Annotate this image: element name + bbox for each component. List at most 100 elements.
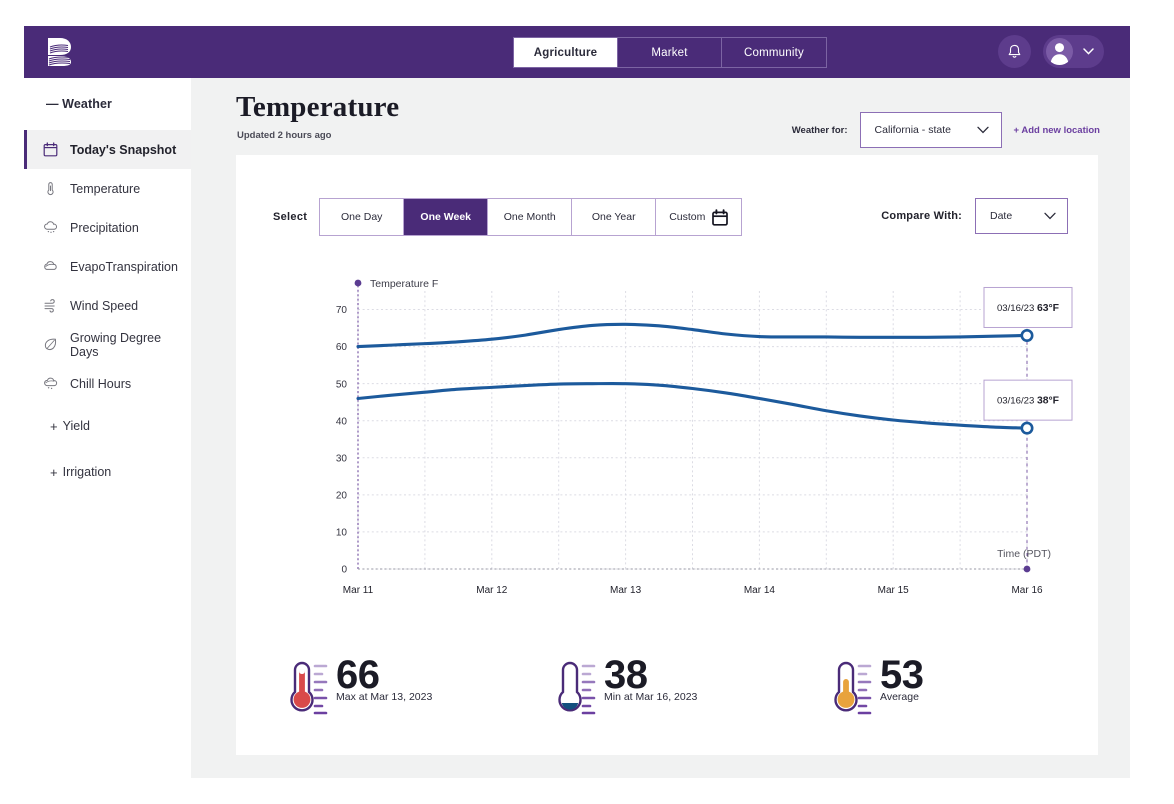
range-one-year-label: One Year: [591, 211, 636, 223]
svg-text:Mar 15: Mar 15: [878, 585, 910, 596]
header-actions: [998, 35, 1104, 68]
calendar-icon: [42, 141, 59, 158]
temperature-chart-svg: 0 10 20 30 40 50 60 70 Mar 11 Mar 12 Mar 13 Mar 14…: [336, 278, 1073, 596]
chart-x-axis-label: Time (PDT): [997, 548, 1051, 560]
leaf-icon: [42, 336, 59, 353]
sidebar-item-precipitation[interactable]: Precipitation: [24, 208, 191, 247]
location-select[interactable]: California - state: [859, 112, 1002, 148]
rain-cloud-icon: [42, 219, 59, 236]
app-root: Agriculture Market Community — Weather T…: [0, 0, 1174, 804]
svg-text:Mar 13: Mar 13: [610, 585, 642, 596]
range-one-week[interactable]: One Week: [404, 199, 489, 235]
cloud-icon: [42, 258, 59, 275]
main-content: Temperature Updated 2 hours ago Weather …: [191, 78, 1130, 778]
sidebar-item-chill-hours-label: Chill Hours: [70, 376, 132, 391]
svg-text:20: 20: [336, 490, 348, 501]
notifications-button[interactable]: [998, 35, 1031, 68]
tab-agriculture[interactable]: Agriculture: [514, 38, 618, 67]
stat-min-value: 38: [604, 653, 648, 697]
svg-text:10: 10: [336, 528, 348, 539]
sidebar-item-temperature-label: Temperature: [70, 181, 141, 196]
stat-max-value: 66: [336, 653, 380, 697]
sidebar-group-yield[interactable]: + Yield: [24, 403, 191, 449]
sidebar-item-growing-degree-days-label: Growing Degree Days: [70, 330, 162, 359]
range-selector: Select One Day One Week One Month One Ye…: [273, 198, 743, 236]
svg-text:70: 70: [336, 305, 348, 316]
tab-community[interactable]: Community: [722, 38, 826, 67]
snow-cloud-icon: [42, 375, 59, 392]
thermometer-icon: [42, 180, 59, 197]
svg-text:50: 50: [336, 379, 348, 390]
app-header: Agriculture Market Community: [24, 26, 1130, 78]
compare-select[interactable]: Date: [975, 198, 1068, 234]
svg-text:0: 0: [341, 565, 347, 576]
sidebar-item-chill-hours[interactable]: Chill Hours: [24, 364, 191, 403]
range-segmented-control[interactable]: One Day One Week One Month One Year Cust…: [319, 198, 743, 236]
user-menu-button[interactable]: [1043, 35, 1104, 68]
svg-text:Mar 16: Mar 16: [1011, 585, 1043, 596]
avatar: [1046, 38, 1073, 65]
sidebar-group-irrigation[interactable]: + Irrigation: [24, 449, 191, 495]
sidebar-item-evapotranspiration-label: EvapoTranspiration: [70, 259, 178, 274]
svg-text:Mar 11: Mar 11: [343, 585, 374, 596]
range-custom[interactable]: Custom: [656, 199, 742, 235]
svg-text:30: 30: [336, 453, 348, 464]
tab-agriculture-label: Agriculture: [533, 46, 598, 59]
tab-market[interactable]: Market: [618, 38, 722, 67]
sidebar-group-yield-label: Yield: [62, 419, 90, 433]
chart-vertical-gridlines: [357, 291, 1028, 569]
sidebar-item-precipitation-label: Precipitation: [70, 220, 139, 235]
stat-max: 66 Max at Mar 13, 2023: [286, 655, 432, 717]
plus-icon: +: [50, 464, 58, 480]
page-title: Temperature: [236, 91, 400, 123]
sidebar-item-wind-speed-label: Wind Speed: [70, 298, 139, 313]
chevron-down-icon: [976, 126, 989, 134]
y-axis-endpoint-dot: [354, 279, 362, 287]
sidebar-item-temperature[interactable]: Temperature: [24, 169, 191, 208]
svg-text:03/16/23 38°F: 03/16/23 38°F: [997, 396, 1059, 407]
svg-text:40: 40: [336, 416, 348, 427]
stat-max-text: 66 Max at Mar 13, 2023: [336, 655, 432, 703]
location-select-value: California - state: [874, 124, 951, 136]
stat-average: 53 Average: [830, 655, 924, 717]
user-avatar-icon: [1050, 43, 1069, 65]
sidebar-group-weather[interactable]: — Weather: [24, 78, 191, 130]
notification-bell-icon: [1008, 44, 1021, 58]
sidebar-item-wind-speed[interactable]: Wind Speed: [24, 286, 191, 325]
compare-select-value: Date: [990, 210, 1013, 222]
select-label: Select: [273, 211, 308, 223]
range-one-day-label: One Day: [341, 211, 383, 223]
range-one-month-label: One Month: [503, 211, 556, 223]
range-one-day[interactable]: One Day: [320, 199, 405, 235]
range-one-year[interactable]: One Year: [572, 199, 657, 235]
stat-average-caption: Average: [880, 691, 919, 703]
sidebar: — Weather Today's Snapshot Temperature P…: [24, 78, 191, 778]
svg-text:03/16/23 63°F: 03/16/23 63°F: [997, 303, 1059, 314]
wind-icon: [42, 297, 59, 314]
stat-average-text: 53 Average: [880, 655, 924, 703]
add-new-location-button[interactable]: + Add new location: [1014, 125, 1100, 136]
chart-annotations[interactable]: 03/16/23 63°F 03/16/23 38°F: [983, 286, 1073, 421]
range-one-month[interactable]: One Month: [488, 199, 573, 235]
brand-logo-icon: [48, 38, 71, 66]
compare-with-label: Compare With:: [881, 210, 962, 222]
chevron-down-icon: [1083, 48, 1094, 55]
range-one-week-label: One Week: [420, 211, 471, 223]
sidebar-item-todays-snapshot[interactable]: Today's Snapshot: [24, 130, 191, 169]
x-axis-endpoint-dot: [1023, 565, 1031, 573]
sidebar-item-evapotranspiration[interactable]: EvapoTranspiration: [24, 247, 191, 286]
top-nav-tabs[interactable]: Agriculture Market Community: [513, 37, 827, 68]
page-subtitle: Updated 2 hours ago: [237, 130, 332, 141]
temperature-card: Select One Day One Week One Month One Ye…: [236, 155, 1098, 755]
chart-legend-label: Temperature F: [370, 278, 438, 290]
svg-text:Mar 12: Mar 12: [476, 585, 508, 596]
svg-text:Mar 14: Mar 14: [744, 585, 776, 596]
sidebar-item-growing-degree-days[interactable]: Growing Degree Days: [24, 325, 191, 364]
chevron-down-icon: [1044, 212, 1056, 220]
sidebar-item-todays-snapshot-label: Today's Snapshot: [70, 142, 177, 157]
stat-min-caption: Min at Mar 16, 2023: [604, 691, 698, 703]
brand-logo[interactable]: [24, 37, 94, 67]
sidebar-group-irrigation-label: Irrigation: [62, 465, 112, 479]
thermometer-hot-icon: [290, 661, 328, 715]
thermometer-cold-icon: [558, 661, 596, 715]
